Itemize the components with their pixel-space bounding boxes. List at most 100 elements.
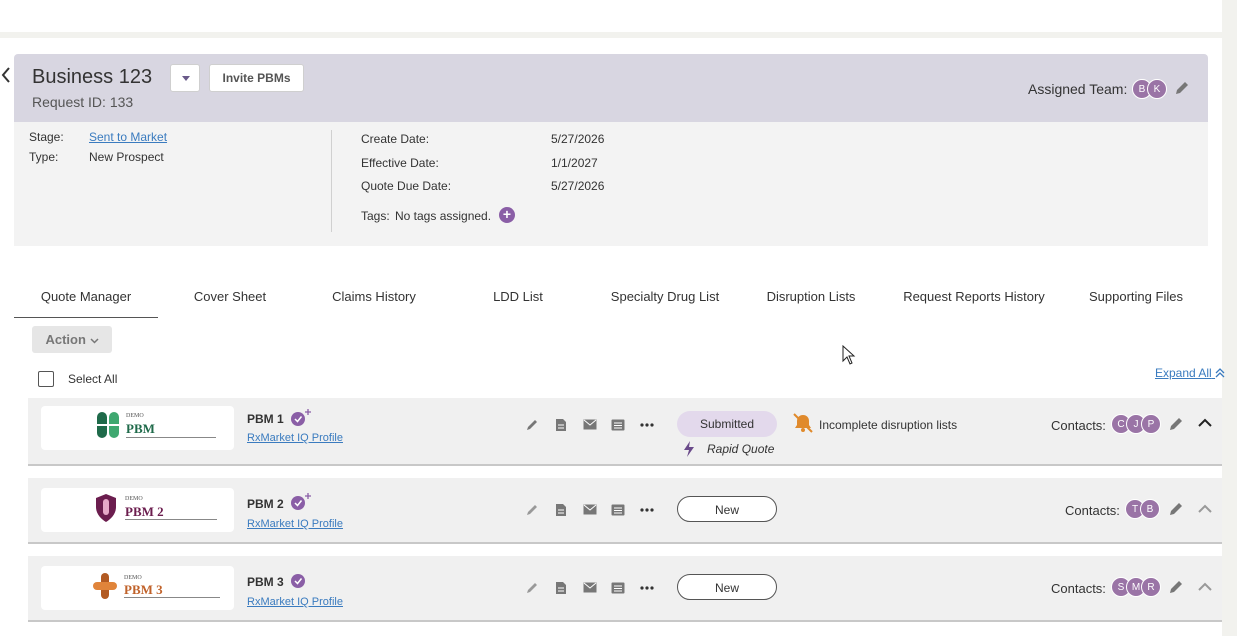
bell-off-icon (793, 413, 813, 433)
tab-quote-manager[interactable]: Quote Manager (14, 289, 158, 304)
list-icon[interactable] (611, 582, 625, 594)
more-options-icon[interactable] (640, 508, 654, 512)
tags-value: No tags assigned. (395, 209, 492, 223)
logo-demo-text: DEMO (125, 496, 143, 502)
tags-label: Tags: (361, 209, 390, 223)
contacts-label: Contacts: (1051, 418, 1106, 433)
tab-claims-history[interactable]: Claims History (302, 289, 446, 304)
select-all-label: Select All (68, 372, 118, 386)
verified-plus-icon (291, 493, 311, 510)
lightning-icon (684, 441, 694, 457)
add-tag-icon[interactable]: + (499, 207, 515, 223)
pbm-name: PBM 1 (247, 412, 284, 426)
verified-plus-icon (291, 409, 311, 426)
expand-all-label: Expand All (1155, 366, 1212, 380)
tab-specialty-drug-list[interactable]: Specialty Drug List (590, 289, 740, 304)
tab-ldd-list[interactable]: LDD List (446, 289, 590, 304)
tab-request-reports-history[interactable]: Request Reports History (882, 289, 1066, 304)
dropdown-button[interactable] (170, 64, 200, 92)
pbm-card: DEMO PBM 2 PBM 2 RxMarket IQ Profile New… (28, 478, 1222, 544)
warning-text: Incomplete disruption lists (819, 418, 958, 432)
status-badge: New (677, 574, 777, 600)
verified-icon (291, 574, 305, 588)
mouse-cursor-icon (842, 345, 856, 365)
document-icon[interactable] (555, 581, 567, 595)
stage-label: Stage: (29, 130, 64, 144)
top-bar (0, 0, 1222, 32)
contacts-label: Contacts: (1051, 581, 1106, 596)
pbm-name: PBM 2 (247, 497, 284, 511)
pbm-logo: DEMO PBM 2 (41, 488, 234, 532)
pbm-logo: DEMO PBM 3 (41, 566, 234, 610)
type-value: New Prospect (89, 150, 164, 164)
edit-icon[interactable] (525, 418, 539, 432)
request-id: Request ID: 133 (32, 94, 134, 110)
request-details: Stage: Sent to Market Type: New Prospect… (14, 122, 1208, 246)
effective-date-value: 1/1/2027 (551, 156, 598, 170)
chevron-up-icon[interactable] (1197, 418, 1213, 428)
document-icon[interactable] (555, 503, 567, 517)
pbm-name: PBM 3 (247, 575, 284, 589)
edit-contacts-icon[interactable] (1168, 579, 1184, 595)
active-tab-indicator (14, 317, 158, 318)
chevron-up-icon[interactable] (1197, 582, 1213, 592)
rapid-quote-label: Rapid Quote (707, 442, 775, 456)
pbm-card: DEMO PBM 3 PBM 3 RxMarket IQ Profile New… (28, 556, 1222, 622)
assigned-team-label: Assigned Team: (1028, 81, 1128, 97)
caret-down-icon (182, 76, 190, 81)
logo-text: PBM 2 (125, 504, 164, 519)
more-options-icon[interactable] (640, 586, 654, 590)
edit-team-icon[interactable] (1174, 80, 1190, 96)
list-icon[interactable] (611, 504, 625, 516)
edit-icon[interactable] (525, 503, 539, 517)
double-chevron-up-icon (1215, 368, 1225, 378)
team-avatar[interactable]: K (1147, 79, 1167, 99)
tab-disruption-lists[interactable]: Disruption Lists (740, 289, 882, 304)
back-chevron-icon[interactable] (0, 64, 12, 86)
more-options-icon[interactable] (640, 423, 654, 427)
status-badge: New (677, 496, 777, 522)
logo-text: PBM (126, 421, 155, 436)
edit-contacts-icon[interactable] (1168, 416, 1184, 432)
pbm-card: DEMO PBM PBM 1 RxMarket IQ Profile Submi… (28, 398, 1222, 466)
request-header: Business 123 Request ID: 133 Invite PBMs… (14, 54, 1208, 122)
logo-underline (126, 437, 216, 438)
action-dropdown[interactable]: Action (32, 326, 112, 353)
edit-icon[interactable] (525, 581, 539, 595)
contact-avatar[interactable]: P (1141, 414, 1161, 434)
tab-cover-sheet[interactable]: Cover Sheet (158, 289, 302, 304)
expand-all-link[interactable]: Expand All (1155, 366, 1225, 380)
create-date-value: 5/27/2026 (551, 132, 605, 146)
profile-link[interactable]: RxMarket IQ Profile (247, 518, 343, 530)
list-icon[interactable] (611, 419, 625, 431)
pill-logo-icon (97, 412, 119, 438)
invite-pbms-button[interactable]: Invite PBMs (209, 64, 304, 92)
profile-link[interactable]: RxMarket IQ Profile (247, 432, 343, 444)
logo-text: PBM 3 (124, 582, 163, 597)
shield-logo-icon (96, 494, 116, 522)
contacts-label: Contacts: (1065, 503, 1120, 518)
email-icon[interactable] (583, 504, 597, 515)
logo-underline (124, 597, 220, 598)
contact-avatar[interactable]: B (1140, 499, 1160, 519)
tab-supporting-files[interactable]: Supporting Files (1066, 289, 1206, 304)
pbm-logo: DEMO PBM (41, 406, 234, 450)
divider (331, 130, 332, 232)
stage-link[interactable]: Sent to Market (89, 130, 167, 144)
chevron-up-icon[interactable] (1197, 504, 1213, 514)
select-all-checkbox[interactable] (38, 371, 54, 387)
email-icon[interactable] (583, 582, 597, 593)
logo-underline (125, 519, 217, 520)
email-icon[interactable] (583, 419, 597, 430)
logo-demo-text: DEMO (126, 413, 144, 419)
cross-logo-icon (93, 573, 117, 599)
document-icon[interactable] (555, 418, 567, 432)
edit-contacts-icon[interactable] (1168, 501, 1184, 517)
type-label: Type: (29, 150, 59, 164)
contact-avatar[interactable]: R (1141, 577, 1161, 597)
profile-link[interactable]: RxMarket IQ Profile (247, 596, 343, 608)
status-badge: Submitted (677, 411, 777, 437)
create-date-label: Create Date: (361, 132, 430, 146)
quote-due-date-label: Quote Due Date: (361, 179, 452, 193)
page-title: Business 123 (32, 66, 153, 88)
